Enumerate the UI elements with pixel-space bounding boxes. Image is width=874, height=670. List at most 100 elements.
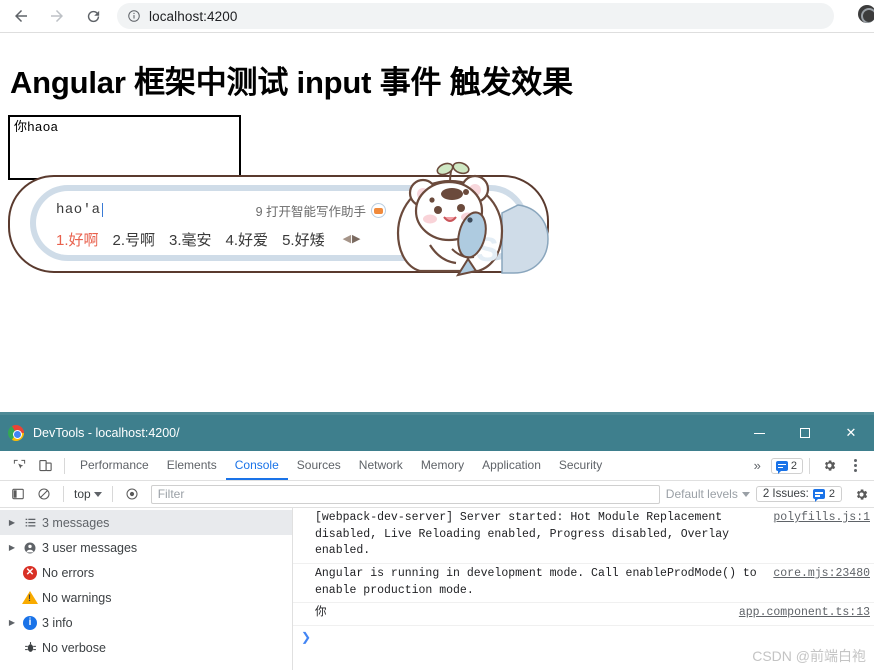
console-message-source-link[interactable]: polyfills.js:1 <box>773 510 870 527</box>
sidebar-item-info[interactable]: ▶ i 3 info <box>0 610 292 635</box>
close-button[interactable]: ✕ <box>828 415 874 451</box>
gear-icon <box>824 460 835 471</box>
sidebar-item-warnings-label: No warnings <box>42 590 112 605</box>
clear-console-button[interactable] <box>31 481 57 507</box>
tabbar-divider <box>64 457 65 474</box>
console-message-badge[interactable]: 2 <box>770 457 803 474</box>
console-message[interactable]: 你 app.component.ts:13 <box>293 603 874 627</box>
ime-content: hao'a 9 打开智能写作助手 1.好啊 2.号啊 3.毫安 4.好爱 5.好… <box>56 197 386 253</box>
ime-assistant-entry[interactable]: 9 打开智能写作助手 <box>256 201 386 220</box>
sidebar-item-warnings[interactable]: No warnings <box>0 585 292 610</box>
address-bar[interactable]: localhost:4200 <box>117 3 834 29</box>
execution-context-label: top <box>74 487 91 501</box>
execution-context-selector[interactable]: top <box>70 487 106 501</box>
info-icon: i <box>18 615 42 630</box>
sidebar-item-verbose-label: No verbose <box>42 640 106 655</box>
ime-prev-page-arrow[interactable]: ◀ <box>343 233 351 245</box>
minimize-icon <box>753 432 765 434</box>
browser-toolbar: localhost:4200 <box>0 0 874 33</box>
tab-security[interactable]: Security <box>550 451 611 480</box>
expand-arrow-icon-info[interactable]: ▶ <box>6 618 18 627</box>
ime-candidate-5[interactable]: 5.好矮 <box>282 229 325 250</box>
console-message[interactable]: Angular is running in development mode. … <box>293 564 874 604</box>
maximize-icon <box>800 428 810 438</box>
console-message-source-link[interactable]: core.mjs:23480 <box>773 566 870 583</box>
ime-candidate-3[interactable]: 3.毫安 <box>169 229 212 250</box>
console-sidebar: ▶ 3 messages ▶ 3 user messages ✕ No erro… <box>0 508 293 670</box>
console-settings-button[interactable] <box>848 481 874 507</box>
sidebar-item-verbose[interactable]: No verbose <box>0 635 292 660</box>
extension-icon[interactable] <box>858 5 874 23</box>
text-input-field[interactable]: 你haoa <box>8 115 241 180</box>
ime-assistant-label: 9 打开智能写作助手 <box>255 204 366 219</box>
chevron-down-icon <box>93 491 102 497</box>
address-bar-url: localhost:4200 <box>149 8 238 24</box>
console-filter-input[interactable]: Filter <box>150 484 660 504</box>
console-message-source-link[interactable]: app.component.ts:13 <box>739 605 870 622</box>
ime-caret <box>101 203 103 217</box>
sidebar-item-messages[interactable]: ▶ 3 messages <box>0 510 292 535</box>
issues-count: 2 <box>828 488 835 500</box>
ime-panel[interactable]: hao'a 9 打开智能写作助手 1.好啊 2.号啊 3.毫安 4.好爱 5.好… <box>8 161 549 277</box>
page-title: Angular 框架中测试 input 事件 触发效果 <box>10 65 573 100</box>
forward-button[interactable] <box>42 2 72 30</box>
expand-arrow-icon-user[interactable]: ▶ <box>6 543 18 552</box>
prompt-caret-icon: ❯ <box>301 630 312 645</box>
ime-composition-row: hao'a 9 打开智能写作助手 <box>56 197 386 223</box>
tabbar-divider-2 <box>809 457 810 474</box>
tab-memory[interactable]: Memory <box>412 451 473 480</box>
warning-icon <box>18 591 42 604</box>
issues-button[interactable]: 2 Issues: 2 <box>755 486 842 502</box>
tab-elements[interactable]: Elements <box>158 451 226 480</box>
sidebar-item-errors[interactable]: ✕ No errors <box>0 560 292 585</box>
tabs-overflow-button[interactable]: » <box>746 458 769 473</box>
ime-next-page-arrow[interactable]: ▶ <box>352 233 360 245</box>
site-info-icon[interactable] <box>127 9 141 23</box>
sidebar-item-user-messages[interactable]: ▶ 3 user messages <box>0 535 292 560</box>
reload-button[interactable] <box>78 2 108 30</box>
reload-icon <box>87 10 99 22</box>
minimize-button[interactable] <box>736 415 782 451</box>
device-toolbar-button[interactable] <box>32 453 58 479</box>
console-message[interactable]: [webpack-dev-server] Server started: Hot… <box>293 508 874 565</box>
live-expression-button[interactable] <box>119 481 145 507</box>
back-button[interactable] <box>6 2 36 30</box>
expand-arrow-icon[interactable]: ▶ <box>6 518 18 527</box>
tab-application[interactable]: Application <box>473 451 550 480</box>
ime-candidate-list: 1.好啊 2.号啊 3.毫安 4.好爱 5.好矮 ◀ ▶ <box>56 227 386 251</box>
ime-candidate-4[interactable]: 4.好爱 <box>226 229 269 250</box>
console-body: ▶ 3 messages ▶ 3 user messages ✕ No erro… <box>0 508 874 670</box>
list-icon <box>18 516 42 529</box>
devtools-main-menu-button[interactable] <box>842 453 868 479</box>
error-icon: ✕ <box>18 565 42 580</box>
console-message-text: Angular is running in development mode. … <box>315 567 757 597</box>
clear-console-icon <box>38 488 50 500</box>
devtools-window-title: DevTools - localhost:4200/ <box>33 426 180 440</box>
back-arrow-icon <box>15 10 27 22</box>
console-toolbar-divider-2 <box>111 486 113 502</box>
console-prompt[interactable]: ❯ <box>293 626 874 648</box>
user-icon <box>18 541 42 555</box>
device-toggle-icon <box>38 459 52 472</box>
sidebar-item-info-label: 3 info <box>42 615 73 630</box>
devtools-window: DevTools - localhost:4200/ ✕ Performance… <box>0 412 874 670</box>
inspect-cursor-icon <box>13 459 25 469</box>
kebab-menu-icon <box>853 459 857 472</box>
tab-performance[interactable]: Performance <box>71 451 158 480</box>
maximize-button[interactable] <box>782 415 828 451</box>
ime-candidate-2[interactable]: 2.号啊 <box>113 229 156 250</box>
devtools-settings-button[interactable] <box>816 453 842 479</box>
ime-candidate-1[interactable]: 1.好啊 <box>56 229 99 250</box>
inspect-element-button[interactable] <box>6 453 32 479</box>
watermark: CSDN @前端白袍 <box>752 648 866 664</box>
screen: localhost:4200 Angular 框架中测试 input 事件 触发… <box>0 0 874 670</box>
tab-sources[interactable]: Sources <box>288 451 350 480</box>
tab-console[interactable]: Console <box>225 451 288 480</box>
devtools-titlebar: DevTools - localhost:4200/ ✕ <box>0 415 874 451</box>
chrome-logo-icon <box>8 425 24 441</box>
issues-label: 2 Issues: <box>762 488 809 500</box>
tab-network[interactable]: Network <box>350 451 412 480</box>
console-sidebar-toggle-button[interactable] <box>5 481 31 507</box>
log-levels-selector[interactable]: Default levels <box>666 487 756 501</box>
console-toolbar-divider <box>63 486 64 502</box>
